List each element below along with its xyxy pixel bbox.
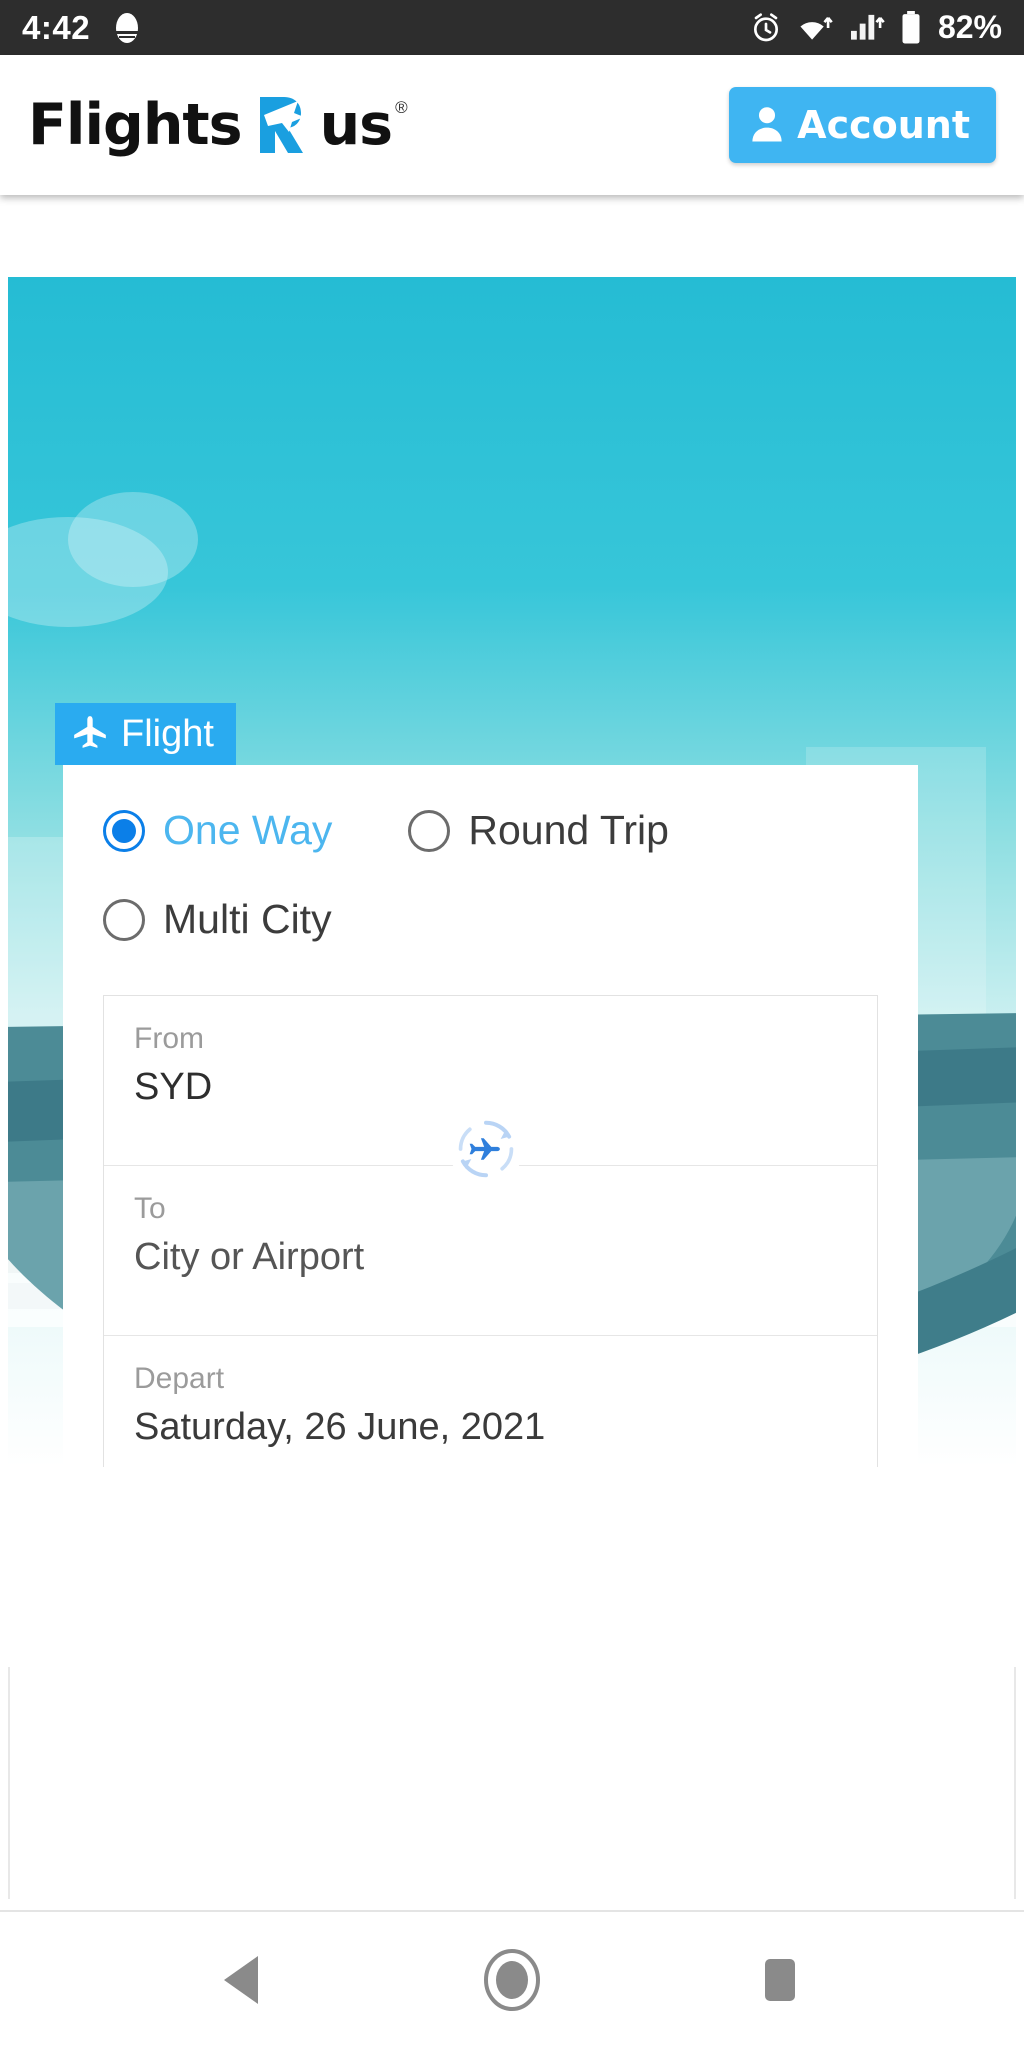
home-circle-icon[interactable] [452, 1930, 572, 2030]
airplane-icon [71, 713, 109, 756]
logo-r-airplane-icon [250, 93, 312, 157]
trip-type-row-2: Multi City [103, 896, 878, 943]
site-logo[interactable]: Flights us ® [28, 92, 408, 158]
logo-word-flights: Flights [28, 92, 243, 158]
trip-type-row-1: One Way Round Trip [103, 807, 878, 854]
back-triangle-icon[interactable] [184, 1930, 304, 2030]
status-bar-right: 82% [750, 9, 1002, 46]
radio-one-way-label: One Way [163, 807, 333, 853]
alarm-icon [750, 12, 782, 44]
radio-multi-city-label: Multi City [163, 896, 332, 942]
radio-multi-city-indicator [103, 898, 145, 941]
swap-airplane-icon[interactable] [449, 1112, 523, 1186]
account-button[interactable]: Account [729, 87, 996, 163]
cloud-shape [68, 492, 198, 587]
radio-one-way-indicator [103, 809, 145, 852]
field-depart-value: Saturday, 26 June, 2021 [134, 1406, 546, 1448]
radio-round-trip-label: Round Trip [468, 807, 669, 853]
status-bar-left: 4:42 [22, 9, 142, 47]
radio-round-trip[interactable]: Round Trip [408, 807, 669, 854]
logo-trademark: ® [395, 98, 408, 117]
app-notification-icon [112, 11, 142, 45]
android-nav-bar [0, 1910, 1024, 2048]
recents-square-icon[interactable] [720, 1930, 840, 2030]
page-bottom-area [0, 1667, 1024, 1899]
radio-dot [112, 818, 136, 843]
app-header: Flights us ® Account [0, 55, 1024, 195]
status-bar: 4:42 82% [0, 0, 1024, 55]
tab-flight[interactable]: Flight [55, 703, 236, 765]
field-from-value: SYD [134, 1066, 213, 1108]
tab-flight-label: Flight [121, 712, 214, 755]
field-to-value: City or Airport [134, 1236, 365, 1278]
radio-one-way[interactable]: One Way [103, 807, 332, 854]
field-to-label: To [134, 1192, 166, 1225]
account-button-label: Account [797, 103, 970, 147]
field-depart[interactable]: Depart Saturday, 26 June, 2021 [104, 1336, 877, 1467]
logo-word-us: us [319, 92, 394, 158]
radio-round-trip-indicator [408, 809, 451, 852]
radio-multi-city[interactable]: Multi City [103, 896, 332, 943]
status-bar-clock: 4:42 [22, 8, 91, 46]
flight-search-card: One Way Round Trip Multi City From SYD T… [63, 765, 918, 1467]
page-top-gap [0, 195, 1024, 277]
field-to[interactable]: To City or Airport [104, 1166, 877, 1336]
battery-icon [900, 10, 922, 45]
search-fields-group: From SYD To City or Airport Depart Satur… [103, 995, 878, 1467]
cellular-signal-icon [848, 12, 886, 44]
battery-percent: 82% [937, 9, 1002, 45]
hero-banner: Flight One Way Round Trip Multi City Fro… [0, 277, 1024, 1467]
field-from-label: From [134, 1022, 204, 1055]
person-icon [749, 105, 785, 146]
wifi-icon [796, 12, 834, 44]
field-depart-label: Depart [134, 1362, 225, 1395]
